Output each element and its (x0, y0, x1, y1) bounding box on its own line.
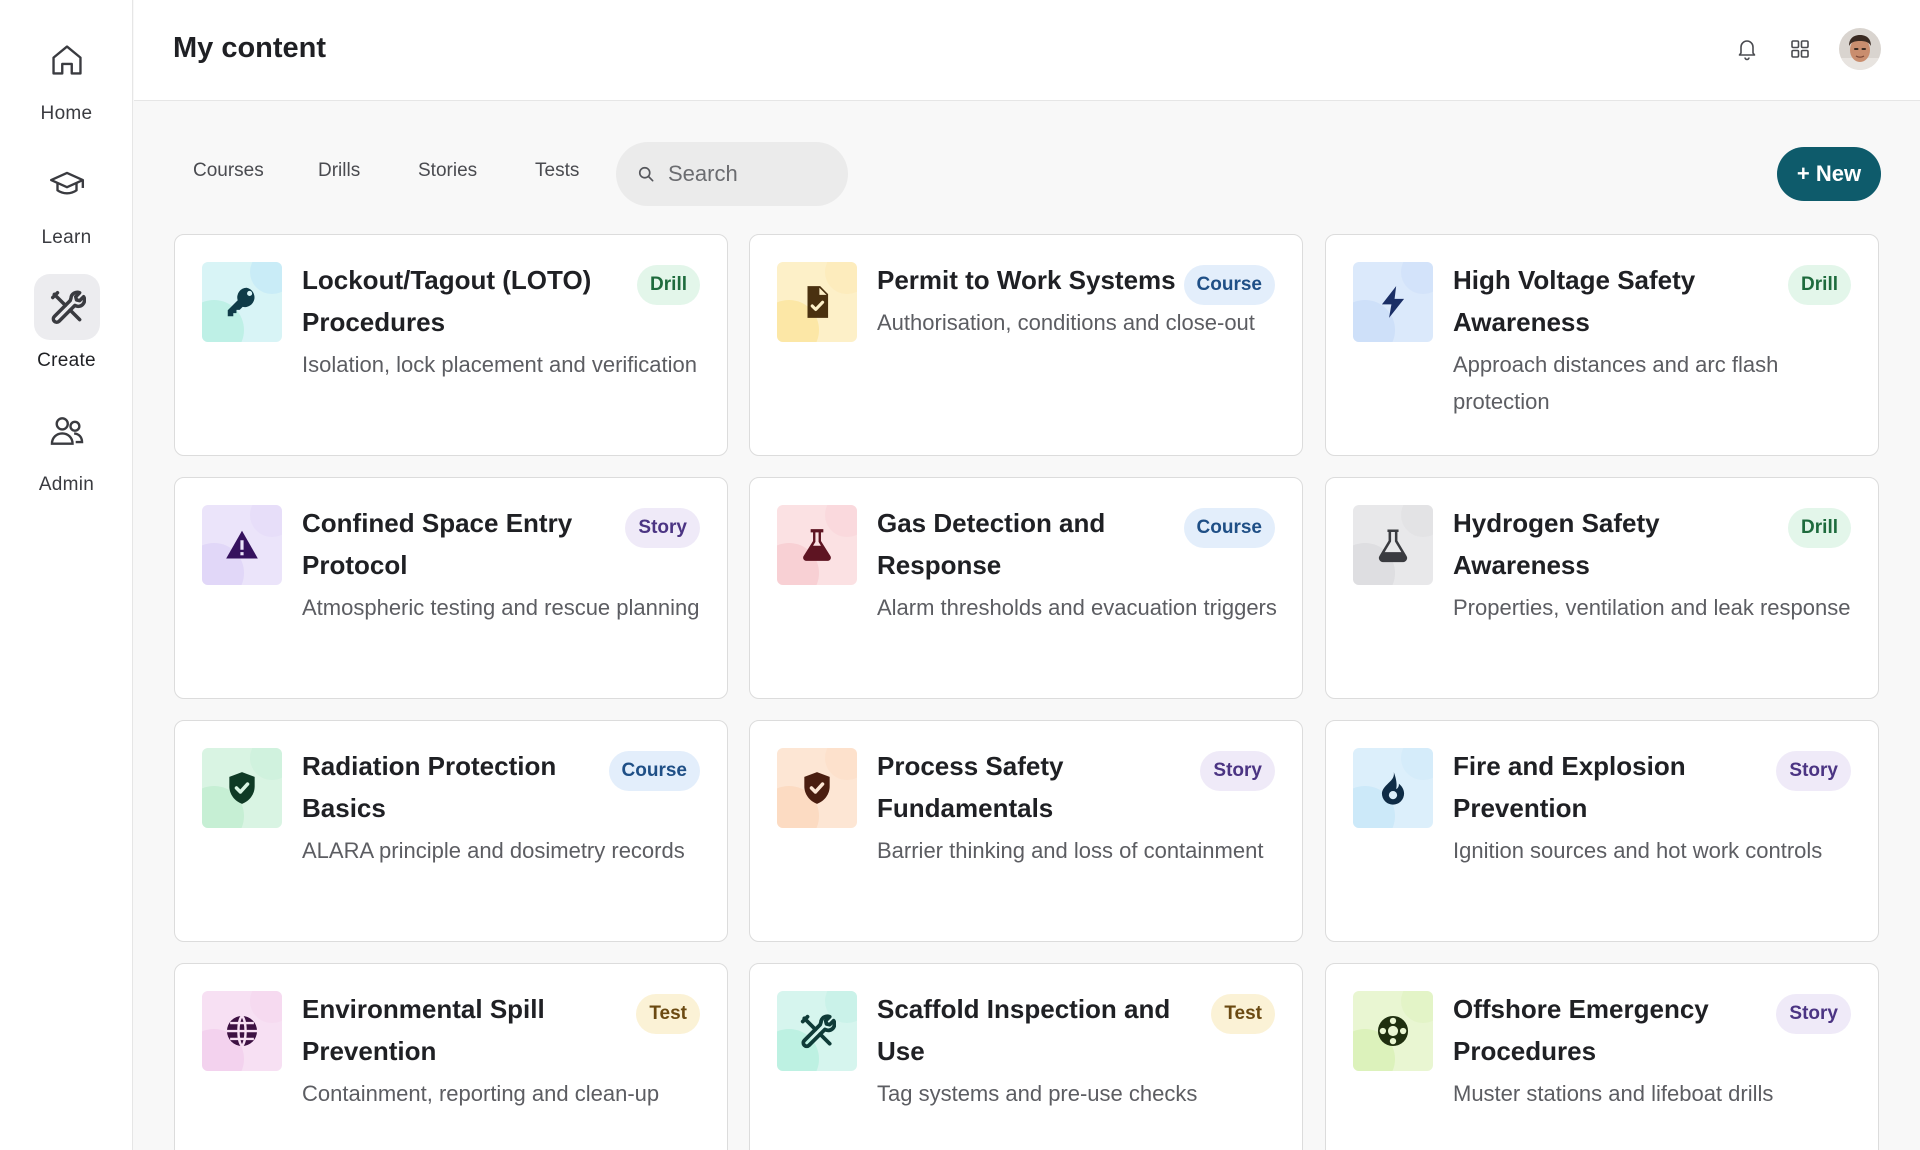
content-card[interactable]: Hydrogen Safety Awareness Properties, ve… (1325, 477, 1879, 699)
key-icon (227, 287, 255, 317)
content-card[interactable]: Permit to Work Systems Authorisation, co… (749, 234, 1303, 456)
lightning-icon (1381, 286, 1405, 318)
card-icon-tile (202, 748, 282, 828)
sidebar-item-label: Learn (41, 227, 92, 248)
flame-icon (1381, 772, 1405, 805)
card-icon-tile (202, 505, 282, 585)
type-badge: Drill (1788, 265, 1851, 305)
card-title: Environmental Spill Prevention (302, 994, 545, 1066)
card-description: Isolation, lock placement and verificati… (302, 352, 697, 377)
grid-icon[interactable] (1783, 32, 1817, 66)
bell-icon[interactable] (1730, 32, 1764, 66)
content-card[interactable]: Gas Detection and Response Alarm thresho… (749, 477, 1303, 699)
type-badge: Drill (1788, 508, 1851, 548)
card-title: Hydrogen Safety Awareness (1453, 508, 1660, 580)
tab-courses[interactable]: Courses (193, 160, 264, 182)
tools-icon (800, 1014, 836, 1049)
card-icon-tile (777, 748, 857, 828)
type-badge: Drill (637, 265, 700, 305)
card-description: Barrier thinking and loss of containment (877, 838, 1264, 863)
card-icon-tile (777, 991, 857, 1071)
search-box (616, 142, 848, 206)
card-description: Muster stations and lifeboat drills (1453, 1081, 1774, 1106)
home-icon (34, 27, 100, 93)
content-card[interactable]: Process Safety Fundamentals Barrier thin… (749, 720, 1303, 942)
card-title: Process Safety Fundamentals (877, 751, 1064, 823)
card-title: Lockout/Tagout (LOTO) Procedures (302, 265, 592, 337)
card-description: Ignition sources and hot work controls (1453, 838, 1823, 863)
type-badge: Test (1211, 994, 1275, 1034)
search-icon (638, 166, 654, 182)
card-icon-tile (777, 505, 857, 585)
type-badge: Story (1776, 751, 1851, 791)
content-card[interactable]: Environmental Spill Prevention Containme… (174, 963, 728, 1150)
sidebar-item-label: Admin (38, 474, 95, 495)
type-badge: Story (1200, 751, 1275, 791)
card-description: ALARA principle and dosimetry records (302, 838, 685, 863)
avatar[interactable] (1839, 28, 1881, 70)
type-badge: Course (1183, 508, 1275, 548)
card-title: Gas Detection and Response (877, 508, 1106, 580)
tools-icon (33, 274, 100, 340)
card-description: Containment, reporting and clean-up (302, 1081, 660, 1106)
content-card[interactable]: Scaffold Inspection and Use Tag systems … (749, 963, 1303, 1150)
card-title: Permit to Work Systems (877, 265, 1176, 295)
type-badge: Test (636, 994, 700, 1034)
card-description: Approach distances and arc flash protect… (1453, 352, 1779, 414)
card-title: Scaffold Inspection and Use (877, 994, 1171, 1066)
flask-icon (803, 529, 831, 561)
graduation-cap-icon (34, 151, 100, 217)
sidebar-item-create[interactable]: Create (0, 274, 133, 372)
card-title: Confined Space Entry Protocol (302, 508, 573, 580)
search-input[interactable] (668, 161, 838, 187)
lifebuoy-icon (1377, 1015, 1409, 1047)
globe-icon (226, 1015, 258, 1047)
content-card[interactable]: Offshore Emergency Procedures Muster sta… (1325, 963, 1879, 1150)
card-description: Atmospheric testing and rescue planning (302, 595, 700, 620)
sidebar: Home Learn Create Admin (0, 0, 133, 1150)
tab-drills[interactable]: Drills (318, 160, 360, 182)
card-icon-tile (202, 262, 282, 342)
document-check-icon (807, 286, 829, 318)
card-icon-tile (777, 262, 857, 342)
shield-check-icon (229, 772, 255, 804)
type-badge: Course (1183, 265, 1275, 305)
card-icon-tile (1353, 505, 1433, 585)
tab-tests[interactable]: Tests (535, 160, 579, 182)
content-card[interactable]: Lockout/Tagout (LOTO) Procedures Isolati… (174, 234, 728, 456)
type-badge: Story (625, 508, 700, 548)
sidebar-item-label: Home (40, 103, 93, 124)
card-title: High Voltage Safety Awareness (1453, 265, 1696, 337)
content-card[interactable]: Confined Space Entry Protocol Atmospheri… (174, 477, 728, 699)
sidebar-item-learn[interactable]: Learn (0, 151, 133, 249)
card-description: Tag systems and pre-use checks (877, 1081, 1198, 1106)
flask-icon (1378, 529, 1408, 563)
content-card[interactable]: Fire and Explosion Prevention Ignition s… (1325, 720, 1879, 942)
sidebar-item-label: Create (37, 350, 96, 371)
card-icon-tile (202, 991, 282, 1071)
new-button[interactable]: + New (1777, 147, 1881, 201)
sidebar-item-admin[interactable]: Admin (0, 398, 133, 496)
card-icon-tile (1353, 748, 1433, 828)
card-title: Radiation Protection Basics (302, 751, 557, 823)
tab-stories[interactable]: Stories (418, 160, 477, 182)
card-description: Authorisation, conditions and close-out (877, 310, 1255, 335)
card-description: Properties, ventilation and leak respons… (1453, 595, 1851, 620)
type-badge: Course (608, 751, 700, 791)
content-card[interactable]: Radiation Protection Basics ALARA princi… (174, 720, 728, 942)
warning-icon (226, 530, 258, 559)
shield-check-icon (804, 772, 830, 804)
card-icon-tile (1353, 991, 1433, 1071)
card-description: Alarm thresholds and evacuation triggers (877, 595, 1277, 620)
card-title: Offshore Emergency Procedures (1453, 994, 1709, 1066)
type-badge: Story (1776, 994, 1851, 1034)
card-title: Fire and Explosion Prevention (1453, 751, 1686, 823)
page-title: My content (173, 32, 327, 64)
content-card[interactable]: High Voltage Safety Awareness Approach d… (1325, 234, 1879, 456)
top-header: My content (134, 0, 1920, 101)
users-icon (34, 398, 100, 464)
card-icon-tile (1353, 262, 1433, 342)
sidebar-item-home[interactable]: Home (0, 27, 133, 125)
